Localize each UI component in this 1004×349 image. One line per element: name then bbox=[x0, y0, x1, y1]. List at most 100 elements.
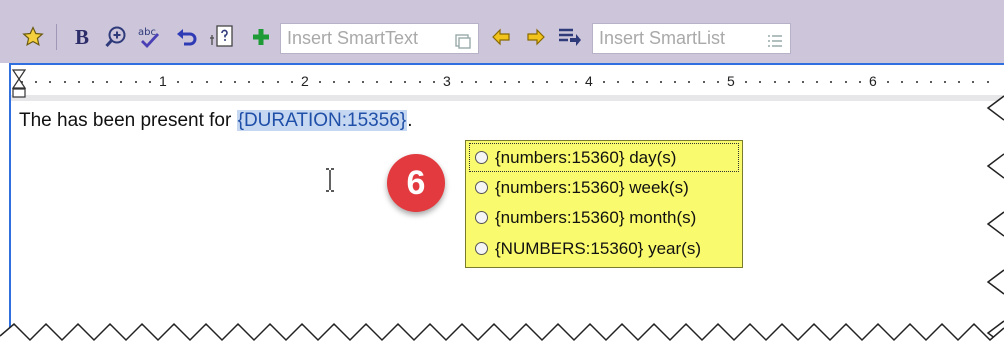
window-icon[interactable] bbox=[454, 30, 472, 49]
ruler-tick bbox=[205, 81, 208, 83]
ruler-tick bbox=[92, 81, 94, 83]
ruler-tick bbox=[347, 81, 350, 83]
ruler-tick bbox=[830, 81, 833, 83]
ruler-tick bbox=[262, 81, 265, 83]
ruler-tick bbox=[418, 81, 421, 83]
ruler-number: 3 bbox=[443, 73, 451, 89]
text-before: The has been present for bbox=[19, 110, 237, 131]
ruler-tick bbox=[574, 81, 577, 83]
ruler-tick bbox=[787, 81, 790, 83]
zoom-in-icon[interactable] bbox=[103, 24, 129, 50]
ruler-tick bbox=[631, 81, 634, 83]
ruler-tick bbox=[858, 81, 861, 83]
ruler-number: 6 bbox=[869, 73, 877, 89]
radio-icon[interactable] bbox=[475, 210, 488, 224]
ruler-tick bbox=[716, 81, 719, 83]
ruler-tick bbox=[475, 81, 478, 83]
ruler-tick bbox=[106, 81, 109, 83]
ruler-tick bbox=[688, 81, 691, 83]
ruler-tick bbox=[915, 81, 918, 83]
ruler-tick bbox=[844, 81, 847, 83]
ruler-tick bbox=[702, 81, 705, 83]
editor-left-border bbox=[9, 63, 11, 349]
torn-edge-bottom bbox=[0, 322, 1004, 349]
ruler-tick bbox=[276, 81, 279, 83]
ruler-tick bbox=[290, 81, 293, 83]
ruler-number: 4 bbox=[585, 73, 593, 89]
text-after: . bbox=[407, 110, 413, 131]
ruler-tick bbox=[503, 81, 506, 83]
ruler-tick bbox=[759, 81, 762, 83]
document-text-line[interactable]: The has been present for {DURATION:15356… bbox=[19, 110, 413, 132]
star-icon[interactable] bbox=[20, 24, 46, 50]
popup-option[interactable]: {NUMBERS:15360} year(s) bbox=[469, 234, 739, 263]
ruler-tick bbox=[191, 81, 194, 83]
ruler-tick bbox=[944, 81, 946, 83]
smartlist-input[interactable]: Insert SmartList bbox=[592, 23, 791, 54]
bold-button[interactable]: B bbox=[69, 24, 95, 50]
radio-icon[interactable] bbox=[475, 241, 488, 255]
ruler-tick bbox=[518, 81, 520, 83]
ruler-tick bbox=[816, 81, 819, 83]
ruler-tick bbox=[617, 81, 620, 83]
option-label: {numbers:15360} week(s) bbox=[495, 178, 689, 197]
ruler-tick bbox=[49, 81, 52, 83]
ruler-number: 5 bbox=[727, 73, 735, 89]
radio-icon[interactable] bbox=[475, 180, 488, 194]
undo-icon[interactable] bbox=[174, 24, 200, 50]
ruler-tick bbox=[802, 81, 804, 83]
popup-option[interactable]: {numbers:15360} month(s) bbox=[469, 203, 739, 232]
ruler-tick bbox=[148, 81, 151, 83]
ruler-tick bbox=[219, 81, 222, 83]
smartphrase-icon[interactable] bbox=[210, 24, 236, 50]
ruler-tick bbox=[390, 81, 393, 83]
spellcheck-icon[interactable]: abc bbox=[136, 24, 162, 50]
ruler-tick bbox=[319, 81, 322, 83]
ruler-tick bbox=[603, 81, 606, 83]
ruler-tick bbox=[134, 81, 137, 83]
bold-label: B bbox=[74, 24, 89, 49]
arrow-right-icon[interactable] bbox=[523, 24, 549, 50]
ruler-tick bbox=[972, 81, 975, 83]
ruler-tick bbox=[432, 81, 435, 83]
ruler-tick bbox=[248, 81, 251, 83]
ruler-tick bbox=[660, 81, 662, 83]
ruler-tick bbox=[333, 81, 336, 83]
ruler-tick bbox=[958, 81, 961, 83]
ruler-tick bbox=[376, 81, 378, 83]
ruler-tick bbox=[461, 81, 464, 83]
ruler-tick bbox=[773, 81, 776, 83]
ruler-tick bbox=[901, 81, 904, 83]
ruler-tick bbox=[489, 81, 492, 83]
ruler-tick bbox=[645, 81, 648, 83]
ruler-tick bbox=[560, 81, 563, 83]
step-badge: 6 bbox=[387, 154, 445, 212]
option-label: {numbers:15360} day(s) bbox=[495, 148, 677, 167]
smarttext-input[interactable]: Insert SmartText bbox=[280, 23, 479, 54]
ruler-number: 2 bbox=[301, 73, 309, 89]
popup-option[interactable]: {numbers:15360} day(s) bbox=[469, 143, 739, 172]
option-label: {numbers:15360} month(s) bbox=[495, 208, 697, 227]
svg-text:abc: abc bbox=[138, 27, 156, 38]
ruler-tick bbox=[929, 81, 932, 83]
ruler-tick bbox=[177, 81, 180, 83]
indent-marker-icon[interactable] bbox=[11, 69, 27, 103]
smartlink-duration[interactable]: {DURATION:15356} bbox=[236, 110, 408, 131]
option-label: {NUMBERS:15360} year(s) bbox=[495, 239, 701, 258]
editor-toolbar: B abc Insert SmartText Insert SmartList bbox=[0, 0, 1004, 63]
smartlist-popup: {numbers:15360} day(s) {numbers:15360} w… bbox=[465, 140, 743, 268]
ruler-tick bbox=[532, 81, 535, 83]
arrow-left-icon[interactable] bbox=[488, 24, 514, 50]
ruler-tick bbox=[77, 81, 80, 83]
ruler: 1 2 3 4 5 6 bbox=[11, 65, 1004, 101]
torn-edge-right bbox=[986, 66, 1004, 349]
list-icon[interactable] bbox=[766, 30, 784, 48]
popup-option[interactable]: {numbers:15360} week(s) bbox=[469, 173, 739, 202]
radio-icon[interactable] bbox=[475, 150, 488, 164]
smarttext-placeholder: Insert SmartText bbox=[287, 28, 419, 48]
ruler-tick bbox=[63, 81, 66, 83]
ibeam-cursor-icon bbox=[323, 167, 337, 193]
ruler-tick bbox=[361, 81, 364, 83]
list-arrow-icon[interactable] bbox=[556, 24, 582, 50]
add-icon[interactable] bbox=[248, 24, 274, 50]
